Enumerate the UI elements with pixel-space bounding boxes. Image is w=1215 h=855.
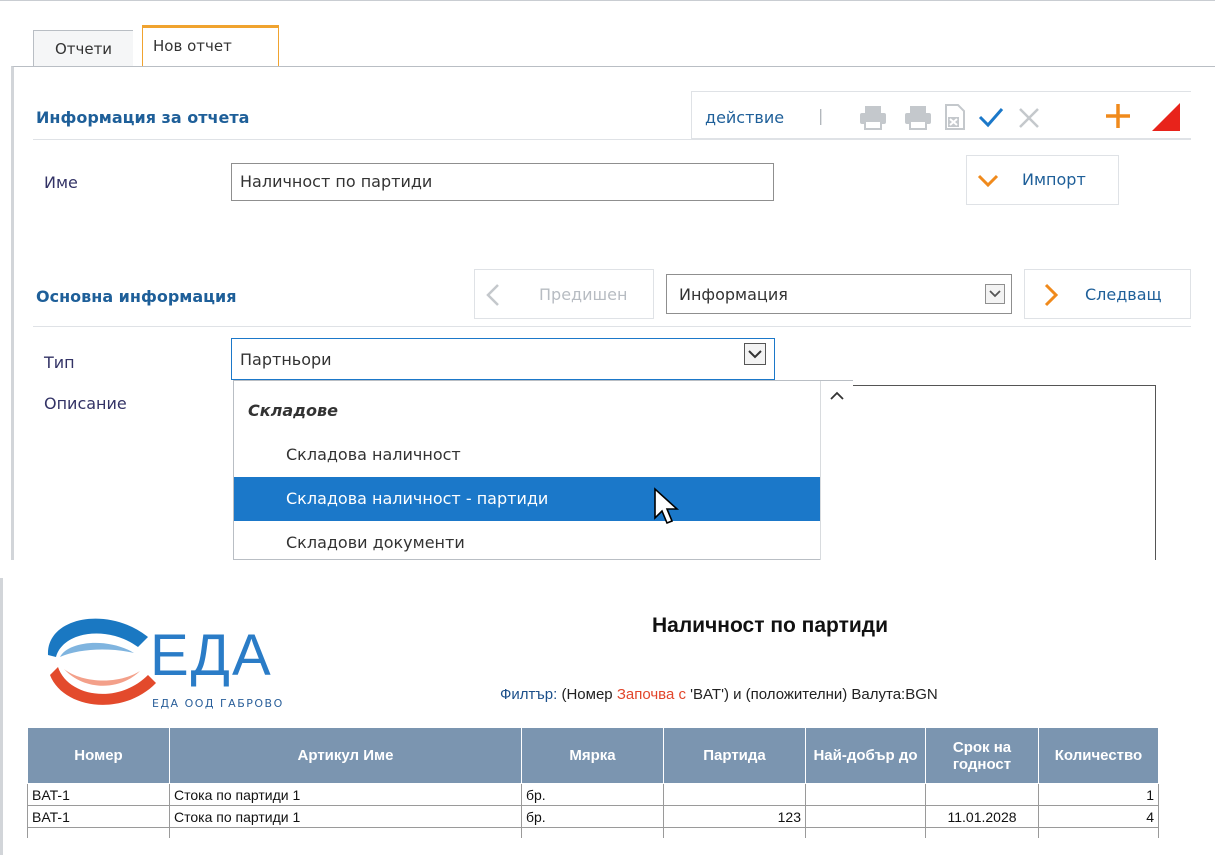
dropdown-option[interactable]: Складови документи	[234, 521, 820, 559]
table-cell: BAT-1	[27, 783, 170, 806]
table-cell	[925, 827, 1039, 838]
logo-subtitle: ЕДА ООД ГАБРОВО	[152, 697, 284, 710]
dropdown-arrow[interactable]	[985, 284, 1005, 304]
description-textarea[interactable]	[852, 385, 1156, 561]
report-title: Наличност по партиди	[652, 614, 889, 637]
column-header: Артикул Име	[169, 727, 522, 784]
tab-reports[interactable]: Отчети	[33, 30, 133, 66]
section-select-value: Информация	[679, 285, 788, 304]
chevron-down-icon	[748, 350, 762, 359]
chevron-down-icon	[989, 290, 1001, 298]
table-row	[27, 827, 1159, 838]
dropdown-group-label: Складове	[248, 401, 339, 420]
report-filter: Филтър: (Номер Започва с 'BAT') и (полож…	[500, 686, 938, 703]
table-row: BAT-1 Стока по партиди 1 бр. 1	[27, 783, 1159, 806]
chevron-right-icon	[1044, 283, 1059, 307]
table-cell: бр.	[521, 783, 664, 806]
filter-text: (Номер	[561, 686, 613, 703]
section-select[interactable]: Информация	[666, 274, 1012, 314]
logo-text: ЕДА	[150, 623, 273, 688]
column-header: Срок на годност	[925, 727, 1039, 784]
filter-text: 'BAT') и (положителни) Валута:BGN	[690, 686, 938, 703]
dropdown-option-selected[interactable]: Складова наличност - партиди	[234, 477, 820, 521]
dropdown-option[interactable]: Складова наличност	[234, 433, 820, 477]
dropdown-arrow[interactable]	[744, 343, 766, 365]
table-cell: Стока по партиди 1	[169, 805, 522, 828]
type-select-value: Партньори	[240, 350, 332, 369]
type-select[interactable]: Партньори	[231, 338, 775, 380]
tab-label: Отчети	[54, 40, 113, 58]
previous-label: Предишен	[539, 285, 628, 304]
table-cell	[1038, 827, 1159, 838]
column-header: Мярка	[521, 727, 664, 784]
chevron-left-icon	[486, 284, 499, 306]
name-label: Име	[44, 173, 78, 192]
type-label: Тип	[44, 353, 75, 372]
basic-info-title: Основна информация	[36, 287, 237, 306]
top-border	[0, 0, 1215, 7]
table-cell: Стока по партиди 1	[169, 783, 522, 806]
column-header: Номер	[27, 727, 170, 784]
mouse-cursor-icon	[654, 487, 680, 525]
table-cell	[169, 827, 522, 838]
dropdown-scrollbar[interactable]	[820, 381, 853, 561]
table-row: BAT-1 Стока по партиди 1 бр. 123 11.01.2…	[27, 805, 1159, 828]
screenshot-separator	[0, 560, 1215, 578]
action-menu[interactable]: действие	[705, 108, 784, 127]
print-icon[interactable]	[903, 102, 933, 132]
excel-export-icon[interactable]	[942, 102, 968, 132]
toolbar-divider: |	[818, 106, 823, 126]
next-button[interactable]: Следващ	[1024, 269, 1191, 319]
column-header: Количество	[1038, 727, 1159, 784]
table-cell	[925, 783, 1039, 806]
table-cell: 4	[1038, 805, 1159, 828]
next-label: Следващ	[1085, 285, 1162, 304]
table-cell	[805, 827, 926, 838]
tab-new-report[interactable]: Нов отчет	[142, 25, 279, 67]
name-input[interactable]: Наличност по партиди	[231, 163, 774, 201]
table-cell	[805, 783, 926, 806]
print-icon[interactable]	[858, 102, 888, 132]
check-icon[interactable]	[977, 104, 1005, 130]
company-logo: ЕДА ЕДА ООД ГАБРОВО	[47, 618, 284, 710]
table-cell: 1	[1038, 783, 1159, 806]
filter-operator: Започва с	[616, 686, 686, 703]
table-cell: 11.01.2028	[925, 805, 1039, 828]
plus-icon[interactable]	[1103, 101, 1133, 131]
import-button[interactable]: Импорт	[966, 155, 1119, 205]
table-header-row: Номер Артикул Име Мярка Партида Най-добъ…	[27, 727, 1159, 784]
column-header: Най-добър до	[805, 727, 926, 784]
filter-prefix: Филтър:	[500, 686, 558, 703]
table-cell: бр.	[521, 805, 664, 828]
chevron-up-icon[interactable]	[830, 391, 844, 401]
import-label: Импорт	[1022, 170, 1086, 189]
divider	[33, 326, 1191, 327]
table-cell	[805, 805, 926, 828]
table-cell	[663, 827, 806, 838]
previous-button[interactable]: Предишен	[474, 269, 654, 319]
corner-flag-icon[interactable]	[1150, 101, 1182, 133]
table-cell: 123	[663, 805, 806, 828]
divider	[33, 139, 1191, 140]
type-dropdown-list: Складове Складова наличност Складова нал…	[233, 380, 853, 560]
table-cell	[663, 783, 806, 806]
table-cell: BAT-1	[27, 805, 170, 828]
report-info-title: Информация за отчета	[36, 108, 250, 127]
tab-label: Нов отчет	[153, 37, 232, 55]
description-label: Описание	[44, 394, 127, 413]
close-icon[interactable]	[1017, 106, 1041, 130]
column-header: Партида	[663, 727, 806, 784]
chevron-down-icon	[977, 174, 999, 188]
report-table: Номер Артикул Име Мярка Партида Най-добъ…	[27, 727, 1159, 838]
table-cell	[27, 827, 170, 838]
table-cell	[521, 827, 664, 838]
